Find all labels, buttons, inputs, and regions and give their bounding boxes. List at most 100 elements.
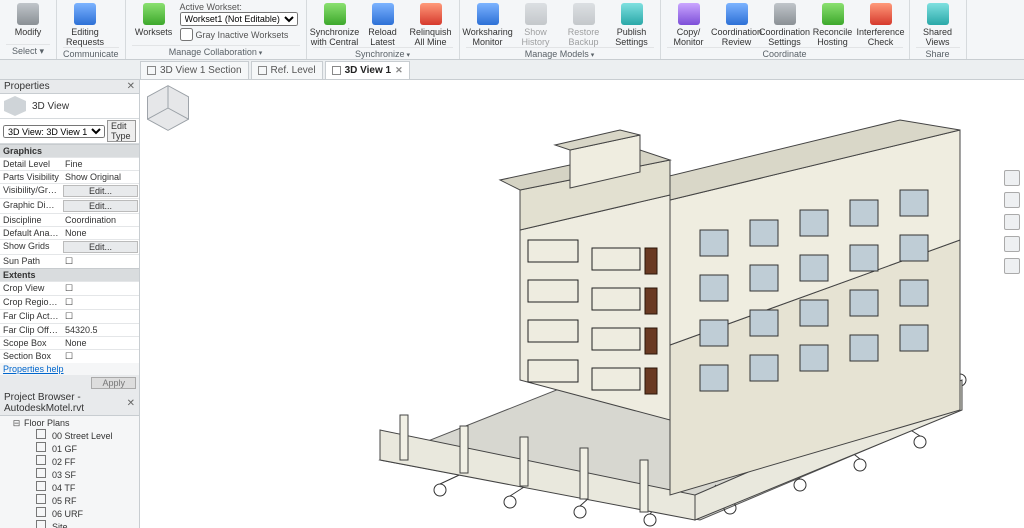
prop-far-clip-active[interactable]: Far Clip Active (0, 309, 139, 323)
type-selector[interactable]: 3D View: 3D View 1 (3, 125, 105, 138)
ribbon: Modify Select ▾ Editing Requests Communi… (0, 0, 1024, 60)
tree-item-02-ff[interactable]: 02 FF (2, 455, 137, 468)
viewport-3d[interactable] (140, 80, 1024, 528)
interference-check-button[interactable]: Interference Check (859, 2, 903, 47)
tree-item-site[interactable]: Site (2, 520, 137, 528)
edit-type-button[interactable]: Edit Type (107, 120, 136, 142)
prop-default-analysis[interactable]: Default Analys...None (0, 226, 139, 239)
tree-floor-plans[interactable]: ⊟Floor Plans (2, 417, 137, 429)
nav-tools (1004, 170, 1020, 274)
gear-icon (774, 3, 796, 25)
properties-grid: Graphics Detail LevelFine Parts Visibili… (0, 144, 139, 363)
model-render (140, 80, 1024, 528)
properties-title: Properties✕ (0, 80, 139, 94)
tab-ref-level[interactable]: Ref. Level (251, 61, 323, 79)
prop-far-clip-offset[interactable]: Far Clip Offset54320.5 (0, 323, 139, 336)
share-icon (927, 3, 949, 25)
document-icon (74, 3, 96, 25)
tree-item-03-sf[interactable]: 03 SF (2, 468, 137, 481)
relinquish-button[interactable]: Relinquish All Mine (409, 2, 453, 47)
prop-crop-region[interactable]: Crop Region V... (0, 295, 139, 309)
worksharing-monitor-button[interactable]: Worksharing Monitor (466, 2, 510, 47)
prop-detail-level[interactable]: Detail LevelFine (0, 157, 139, 170)
rib-group-communicate: Editing Requests Communicate (57, 0, 126, 59)
prop-discipline[interactable]: DisciplineCoordination (0, 213, 139, 226)
orbit-icon[interactable] (1004, 236, 1020, 252)
tab-3d-view-1-section[interactable]: 3D View 1 Section (140, 61, 249, 79)
reconcile-hosting-button[interactable]: Reconcile Hosting (811, 2, 855, 47)
prop-graphic-display[interactable]: Graphic Displ...Edit... (0, 198, 139, 213)
publish-settings-button[interactable]: Publish Settings (610, 2, 654, 47)
prop-crop-view[interactable]: Crop View (0, 281, 139, 295)
view-icon (332, 66, 341, 75)
rib-group-synchronize: Synchronize with Central Reload Latest R… (307, 0, 460, 59)
prop-parts-visibility[interactable]: Parts VisibilityShow Original (0, 170, 139, 183)
rib-group-coordinate: Copy/ Monitor Coordination Review Coordi… (661, 0, 910, 59)
type-selector-row: 3D View: 3D View 1 Edit Type (0, 119, 139, 144)
prop-section-box[interactable]: Section Box (0, 349, 139, 363)
monitor-icon (477, 3, 499, 25)
steering-wheel-icon[interactable] (1004, 170, 1020, 186)
section-graphics: Graphics (0, 144, 139, 157)
coord-review-button[interactable]: Coordination Review (715, 2, 759, 47)
editing-requests-button[interactable]: Editing Requests (63, 2, 107, 47)
prop-sun-path[interactable]: Sun Path (0, 254, 139, 268)
shared-views-button[interactable]: Shared Views (916, 2, 960, 47)
zoom-icon[interactable] (1004, 214, 1020, 230)
section-extents: Extents (0, 268, 139, 281)
reconcile-icon (822, 3, 844, 25)
coord-settings-button[interactable]: Coordination Settings (763, 2, 807, 47)
rib-group-manage-models: Worksharing Monitor Show History Restore… (460, 0, 661, 59)
restore-icon (573, 3, 595, 25)
reload-latest-button[interactable]: Reload Latest (361, 2, 405, 47)
tree-item-06-urf[interactable]: 06 URF (2, 507, 137, 520)
close-icon[interactable]: ✕ (127, 398, 135, 409)
prop-scope-box[interactable]: Scope BoxNone (0, 336, 139, 349)
properties-help-link[interactable]: Properties help (0, 363, 139, 375)
copy-icon (678, 3, 700, 25)
cube-icon (4, 96, 26, 116)
gray-inactive-checkbox[interactable]: Gray Inactive Worksets (180, 28, 300, 41)
close-icon[interactable]: ✕ (395, 65, 403, 76)
worksets-button[interactable]: Worksets (132, 2, 176, 37)
sync-central-button[interactable]: Synchronize with Central (313, 2, 357, 47)
apply-button[interactable]: Apply (91, 377, 136, 389)
prop-show-grids[interactable]: Show GridsEdit... (0, 239, 139, 254)
properties-type-head[interactable]: 3D View (0, 94, 139, 119)
rib-group-select: Modify Select ▾ (0, 0, 57, 59)
tree-item-01-gf[interactable]: 01 GF (2, 442, 137, 455)
review-icon (726, 3, 748, 25)
cursor-icon (17, 3, 39, 25)
prop-visibility-graphics[interactable]: Visibility/Grap...Edit... (0, 183, 139, 198)
group-label-coordinate: Coordinate (667, 47, 903, 61)
worksets-icon (143, 3, 165, 25)
group-label-select[interactable]: Select ▾ (6, 44, 50, 59)
left-panels: Properties✕ 3D View 3D View: 3D View 1 E… (0, 80, 140, 528)
group-label-manage-collab[interactable]: Manage Collaboration (169, 47, 263, 57)
tree-item-00-street-level[interactable]: 00 Street Level (2, 429, 137, 442)
main-area: Properties✕ 3D View 3D View: 3D View 1 E… (0, 80, 1024, 528)
pan-icon[interactable] (1004, 192, 1020, 208)
group-label-sync[interactable]: Synchronize (355, 49, 410, 59)
project-browser: ⊟Floor Plans00 Street Level01 GF02 FF03 … (0, 416, 139, 528)
viewcube[interactable] (140, 80, 196, 136)
restore-backup-button: Restore Backup (562, 2, 606, 47)
group-label-communicate: Communicate (63, 47, 119, 61)
rib-group-share: Shared Views Share (910, 0, 967, 59)
history-icon (525, 3, 547, 25)
active-workset-select[interactable]: Workset1 (Not Editable) (180, 12, 298, 26)
close-icon[interactable]: ✕ (127, 81, 135, 92)
browser-title: Project Browser - AutodeskMotel.rvt✕ (0, 391, 139, 416)
publish-icon (621, 3, 643, 25)
tree-item-05-rf[interactable]: 05 RF (2, 494, 137, 507)
copy-monitor-button[interactable]: Copy/ Monitor (667, 2, 711, 47)
group-label-manage-models[interactable]: Manage Models (525, 49, 595, 59)
modify-button[interactable]: Modify (6, 2, 50, 37)
document-tabbar: 3D View 1 Section Ref. Level 3D View 1✕ (0, 60, 1024, 80)
interference-icon (870, 3, 892, 25)
lookaround-icon[interactable] (1004, 258, 1020, 274)
rib-group-manage-collaboration: Worksets Active Workset: Workset1 (Not E… (126, 0, 307, 59)
tab-3d-view-1[interactable]: 3D View 1✕ (325, 61, 410, 79)
tree-item-04-tf[interactable]: 04 TF (2, 481, 137, 494)
workset-box: Active Workset: Workset1 (Not Editable) … (180, 2, 300, 41)
